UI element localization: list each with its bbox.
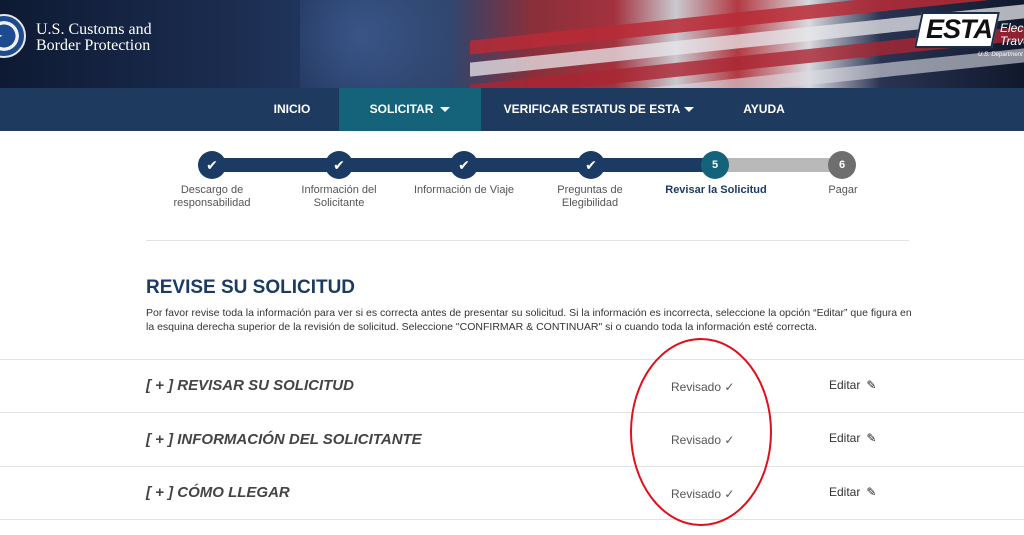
edit-button-solicitud[interactable]: Editar ✎	[829, 378, 876, 392]
edit-label: Editar	[829, 431, 861, 445]
section-toggle-informacion-solicitante[interactable]: [ + ] INFORMACIÓN DEL SOLICITANTE	[146, 431, 422, 448]
step-2-label: Información del Solicitante	[301, 184, 377, 209]
header-banner: ✦ U.S. Customs and Border Protection EST…	[0, 0, 1024, 88]
edit-button-como-llegar[interactable]: Editar ✎	[829, 485, 876, 499]
esta-logo-text: ESTA	[926, 14, 993, 44]
esta-logo[interactable]: ESTA Elect Trave U.S. Department	[914, 8, 1024, 60]
divider	[0, 359, 1024, 360]
step-3-label: Información de Viaje	[413, 184, 515, 196]
pencil-icon: ✎	[866, 431, 877, 445]
step-6-label: Pagar	[828, 184, 858, 196]
edit-button-solicitante[interactable]: Editar ✎	[829, 431, 876, 445]
step-4-label: Preguntas de Elegibilidad	[557, 184, 623, 209]
divider	[0, 412, 1024, 413]
nav-verificar-estatus[interactable]: VERIFICAR ESTATUS DE ESTA	[500, 88, 698, 131]
caret-down-icon	[684, 107, 695, 113]
divider	[0, 466, 1024, 467]
step-5-number: 5	[701, 151, 729, 179]
step-5-label: Revisar la Solicitud	[665, 184, 767, 196]
nav-verificar-label: VERIFICAR ESTATUS DE ESTA	[503, 102, 681, 116]
dhs-seal-icon: ✦	[0, 14, 26, 58]
nav-ayuda-label: AYUDA	[743, 102, 785, 116]
step-6-number: 6	[828, 151, 856, 179]
pencil-icon: ✎	[866, 485, 877, 499]
agency-logo[interactable]: U.S. Customs and Border Protection	[36, 22, 152, 54]
step-4-check-icon: ✔	[577, 151, 605, 179]
step-2-check-icon: ✔	[325, 151, 353, 179]
edit-label: Editar	[829, 485, 861, 499]
eagle-icon: ✦	[0, 28, 4, 45]
divider	[146, 240, 909, 241]
step-3-check-icon: ✔	[450, 151, 478, 179]
nav-inicio-label: INICIO	[273, 102, 311, 116]
step-1-check-icon: ✔	[198, 151, 226, 179]
step-1-label: Descargo de responsabilidad	[173, 184, 251, 209]
esta-tagline-line2: Trave	[1000, 34, 1024, 48]
section-toggle-revisar-solicitud[interactable]: [ + ] REVISAR SU SOLICITUD	[146, 377, 354, 394]
esta-logo-dept: U.S. Department	[978, 52, 1023, 58]
red-annotation-circle	[630, 338, 772, 526]
main-nav: INICIO SOLICITAR VERIFICAR ESTATUS DE ES…	[0, 88, 1024, 131]
page-instructions: Por favor revise toda la información par…	[146, 307, 912, 333]
nav-solicitar[interactable]: SOLICITAR	[339, 88, 481, 131]
pencil-icon: ✎	[866, 378, 877, 392]
esta-logo-tagline: Elect Trave	[1000, 22, 1024, 48]
nav-inicio[interactable]: INICIO	[254, 88, 330, 131]
caret-down-icon	[440, 107, 451, 113]
agency-name-line1: U.S. Customs and	[36, 21, 152, 38]
divider	[0, 519, 1024, 520]
agency-name-line2: Border Protection	[36, 37, 151, 54]
page-title: REVISE SU SOLICITUD	[146, 277, 356, 298]
progress-bar-remaining	[717, 158, 842, 172]
edit-label: Editar	[829, 378, 861, 392]
nav-ayuda[interactable]: AYUDA	[724, 88, 804, 131]
section-toggle-como-llegar[interactable]: [ + ] CÓMO LLEGAR	[146, 484, 290, 501]
nav-solicitar-label: SOLICITAR	[369, 102, 434, 116]
